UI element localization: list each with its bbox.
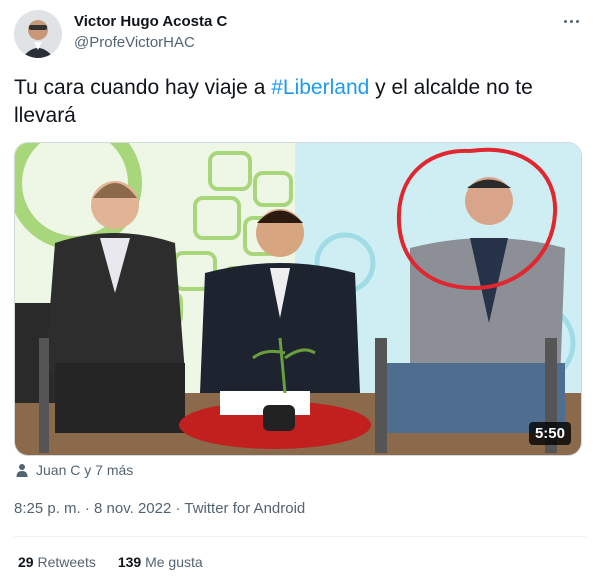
person-icon [16, 464, 28, 477]
tweet-card: Victor Hugo Acosta C @ProfeVictorHAC Tu … [0, 0, 600, 582]
author-name[interactable]: Victor Hugo Acosta C [74, 13, 227, 30]
likes-label: Me gusta [145, 554, 203, 570]
tagged-users-label: Juan C y 7 más [36, 462, 134, 478]
tweet-stats: 29 Retweets 139 Me gusta [18, 554, 203, 570]
author-handle[interactable]: @ProfeVictorHAC [74, 34, 195, 51]
tagged-users[interactable]: Juan C y 7 más [14, 462, 133, 478]
video-duration-badge: 5:50 [528, 422, 571, 445]
retweets-label: Retweets [37, 554, 96, 570]
tweet-text: Tu cara cuando hay viaje a #Liberland y … [14, 74, 584, 130]
hashtag-link[interactable]: #Liberland [271, 76, 369, 99]
retweets-count: 29 [18, 554, 34, 570]
more-icon [563, 19, 579, 23]
divider [14, 536, 586, 537]
avatar-image [14, 10, 62, 58]
more-options-button[interactable] [560, 12, 582, 30]
likes-stat[interactable]: 139 Me gusta [118, 554, 203, 570]
tweet-text-before: Tu cara cuando hay viaje a [14, 76, 272, 99]
likes-count: 139 [117, 554, 142, 570]
avatar[interactable] [14, 10, 62, 58]
highlight-circle [396, 147, 558, 291]
video-player[interactable]: 5:50 [14, 142, 582, 456]
retweets-stat[interactable]: 29 Retweets [18, 554, 96, 570]
tweet-timestamp[interactable]: 8:25 p. m. · 8 nov. 2022 · Twitter for A… [14, 500, 305, 517]
